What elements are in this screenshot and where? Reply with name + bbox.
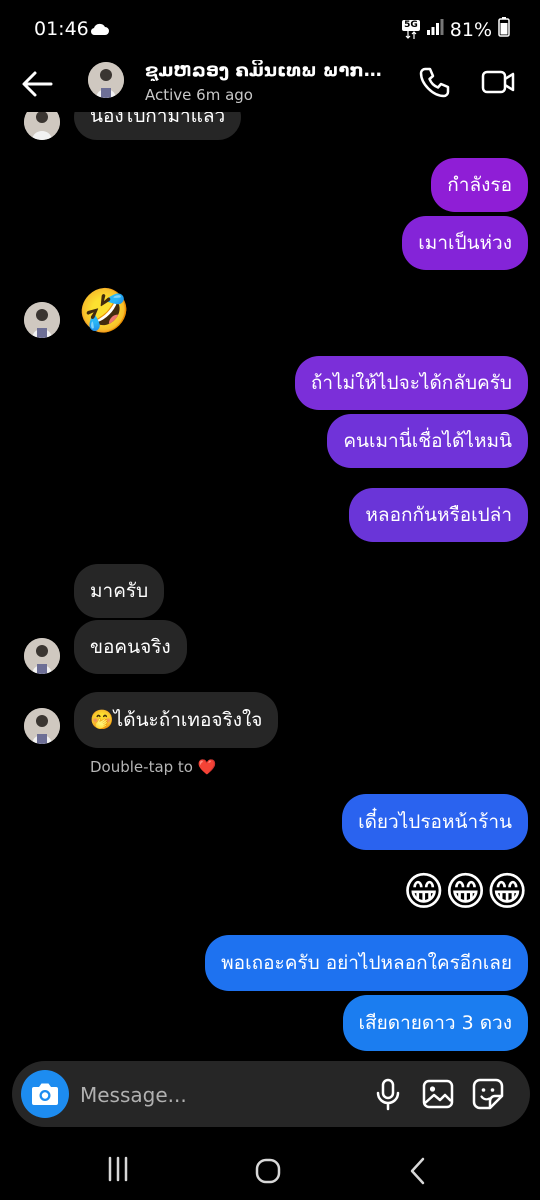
- message-outgoing[interactable]: เมาเป็นห่วง: [402, 216, 528, 270]
- double-tap-text: Double-tap to: [90, 758, 193, 776]
- message-incoming[interactable]: มาครับ: [74, 564, 165, 618]
- chevron-left-icon: [410, 1157, 425, 1185]
- system-navigation-bar: [0, 1135, 540, 1200]
- message-composer: [12, 1061, 530, 1127]
- back-button[interactable]: [18, 64, 58, 104]
- status-right: 5G 81%: [402, 17, 510, 42]
- microphone-icon: [376, 1078, 400, 1111]
- video-camera-icon: [481, 70, 515, 94]
- network-5g-icon: 5G: [402, 20, 420, 39]
- message-outgoing-emoji[interactable]: 😁😁😁: [403, 866, 528, 918]
- heart-icon: ❤️: [197, 758, 217, 776]
- message-incoming[interactable]: 🤭ได้นะถ้าเทอจริงใจ: [74, 692, 279, 748]
- voice-message-button[interactable]: [370, 1076, 406, 1112]
- shushing-face-emoji: 🤭: [90, 709, 114, 731]
- camera-icon: [32, 1083, 58, 1105]
- message-text: ได้นะถ้าเทอจริงใจ: [113, 709, 263, 731]
- message-outgoing[interactable]: พอเถอะครับ อย่าไปหลอกใครอีกเลย: [205, 935, 528, 991]
- message-outgoing[interactable]: เดี๋ยวไปรอหน้าร้าน: [342, 794, 528, 850]
- battery-icon: [498, 17, 510, 42]
- camera-button[interactable]: [21, 1070, 69, 1118]
- recent-apps-button[interactable]: [100, 1155, 136, 1183]
- sender-avatar: [24, 302, 60, 338]
- message-outgoing[interactable]: ถ้าไม่ให้ไปจะได้กลับครับ: [294, 356, 528, 410]
- chat-header: ຊຸມຫລອງ ຄມິນເທພ ພາກຈິຕ... Active 6m ago: [0, 56, 540, 112]
- video-call-button[interactable]: [480, 64, 516, 100]
- message-incoming[interactable]: ขอคนจริง: [74, 620, 187, 674]
- system-back-button[interactable]: [402, 1155, 434, 1187]
- signal-icon: [426, 18, 444, 41]
- back-arrow-icon: [22, 71, 53, 97]
- message-incoming[interactable]: น้องไปกามาแล้ว: [74, 112, 242, 140]
- home-button[interactable]: [252, 1155, 284, 1187]
- battery-percent: 81%: [449, 18, 492, 41]
- image-icon: [422, 1079, 454, 1109]
- message-outgoing[interactable]: กำลังรอ: [431, 158, 528, 212]
- sender-avatar: [24, 708, 60, 744]
- sticker-icon: [472, 1078, 504, 1110]
- phone-icon: [419, 67, 450, 98]
- voice-call-button[interactable]: [416, 64, 452, 100]
- status-bar: 01:46 5G 81%: [0, 0, 540, 56]
- message-outgoing[interactable]: คนเมานี่เชื่อได้ไหมนิ: [327, 414, 528, 468]
- sticker-button[interactable]: [470, 1076, 506, 1112]
- contact-avatar[interactable]: [88, 62, 124, 98]
- contact-status: Active 6m ago: [145, 86, 253, 104]
- home-icon: [255, 1158, 281, 1184]
- double-tap-hint: Double-tap to ❤️: [90, 758, 216, 776]
- message-outgoing[interactable]: เสียดายดาว 3 ดวง: [342, 995, 528, 1051]
- message-outgoing[interactable]: หลอกกันหรือเปล่า: [349, 488, 528, 542]
- gallery-button[interactable]: [420, 1076, 456, 1112]
- message-incoming-emoji[interactable]: 🤣: [78, 284, 130, 338]
- cloud-icon: [90, 21, 110, 40]
- message-thread[interactable]: น้องไปกามาแล้ว กำลังรอ เมาเป็นห่วง 🤣 ถ้า…: [0, 112, 540, 1060]
- recents-icon: [108, 1156, 128, 1182]
- contact-name[interactable]: ຊຸມຫລອງ ຄມິນເທພ ພາກຈິຕ...: [145, 60, 390, 81]
- sender-avatar: [24, 112, 60, 140]
- message-input[interactable]: [78, 1074, 302, 1116]
- status-time: 01:46: [34, 18, 89, 40]
- sender-avatar: [24, 638, 60, 674]
